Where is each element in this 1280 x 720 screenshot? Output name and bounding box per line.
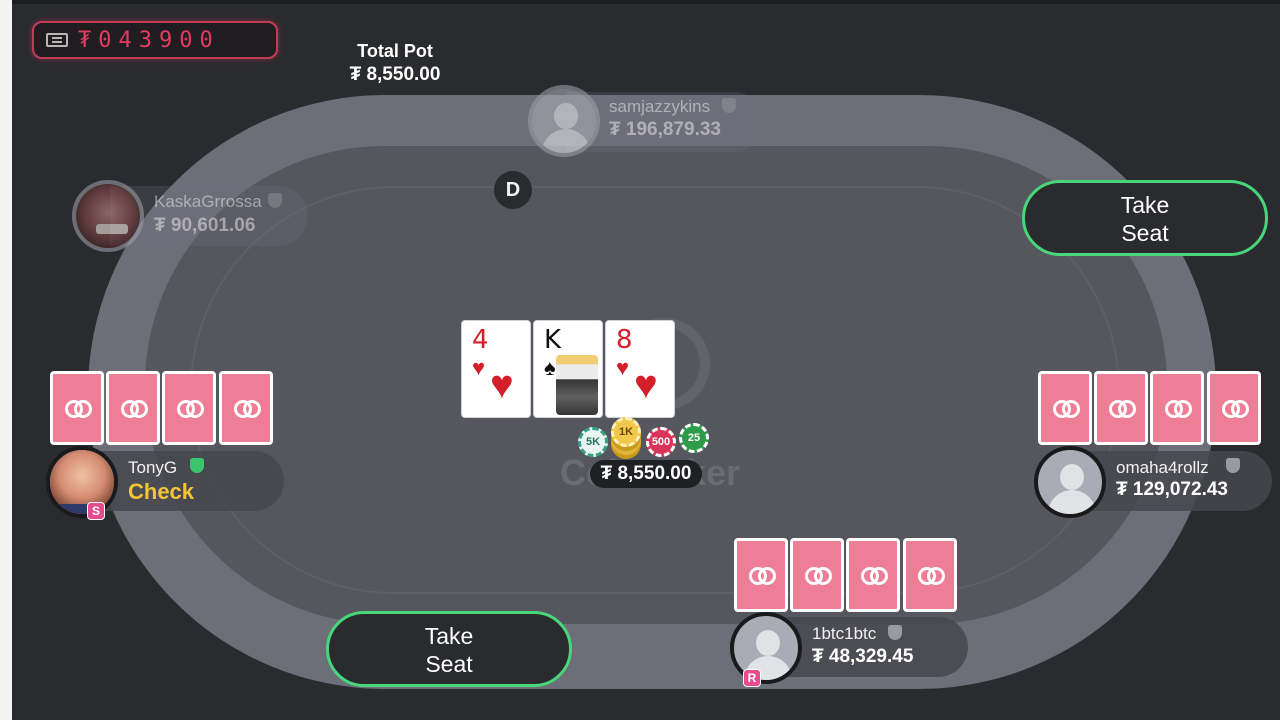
avatar-omaha4rollz[interactable] [1034,446,1106,518]
hole-card [162,371,216,445]
card-suit-large: ♥ [490,363,514,407]
hole-card [1207,371,1261,445]
card-suit-small: ♥ [472,355,486,380]
top-bar [12,0,1280,4]
card-suit-small: ♠ [544,355,556,380]
card-suit-small: ♥ [616,355,630,380]
card-back-logo-icon [805,563,832,587]
chip-25: 25 [679,423,709,453]
take-seat-label-top: Take [1120,192,1170,218]
hole-card [1094,371,1148,445]
total-pot-value: ₮ 8,550.00 [349,64,441,85]
player-stack: ₮ 48,329.45 [812,646,914,667]
take-seat-button[interactable]: Take Seat [1022,180,1268,256]
take-seat-button[interactable]: Take Seat [326,611,572,687]
chip-5k: 5K [578,427,608,457]
hole-card [106,371,160,445]
player-stack: ₮ 90,601.06 [154,215,256,236]
community-card: 8 ♥ ♥ [605,320,675,418]
card-rank: 4 [472,325,489,355]
avatar-1btc1btc[interactable] [730,612,802,684]
total-pot-label: Total Pot [357,41,433,61]
player-name: TonyG [128,458,178,477]
player-stack: ₮ 196,879.33 [609,119,721,140]
community-card: 4 ♥ ♥ [461,320,531,418]
player-name: 1btc1btc [812,624,877,643]
card-back-logo-icon [1165,396,1192,420]
king-card-art [556,355,598,415]
player-stack: ₮ 129,072.43 [1116,479,1228,500]
hole-card [790,538,844,612]
card-back-logo-icon [1053,396,1080,420]
card-back-logo-icon [65,396,92,420]
card-back-logo-icon [1109,396,1136,420]
card-back-logo-icon [749,563,776,587]
chip-500: 500 [646,427,676,457]
hole-card [903,538,957,612]
player-action: Check [128,479,195,504]
card-back-logo-icon [861,563,888,587]
hole-card [50,371,104,445]
card-rank: 8 [616,325,633,355]
card-back-logo-icon [177,396,204,420]
avatar-tonyg[interactable] [46,446,118,518]
counter-value: ₮043900 [78,27,220,53]
card-suit-large: ♥ [634,363,658,407]
player-name: samjazzykins [609,97,711,116]
card-back-logo-icon [918,563,945,587]
shield-icon [888,625,902,640]
hole-card [1150,371,1204,445]
take-seat-label-bottom: Seat [1121,220,1169,246]
total-pot: Total Pot ₮ 8,550.00 [330,40,460,88]
shield-icon [722,98,736,113]
card-back-logo-icon [1222,396,1249,420]
community-card: K ♠ [533,320,603,418]
balance-counter: ₮043900 [32,21,278,59]
avatar-samjazzykins[interactable] [528,85,600,157]
shield-icon [1226,458,1240,473]
counter-icon [46,33,68,47]
player-name: omaha4rollz [1116,458,1209,477]
dealer-button: D [494,171,532,209]
chip-1k: 1K [611,417,641,447]
avatar-kaskagrrossa[interactable] [72,180,144,252]
card-rank: K [544,325,562,355]
hole-card [846,538,900,612]
pot-amount: ₮ 8,550.00 [590,460,702,488]
player-badge: R [743,669,761,687]
player-name: KaskaGrrossa [154,192,262,211]
shield-icon [268,193,282,208]
take-seat-label-top: Take [424,623,474,649]
verified-shield-icon [190,458,204,473]
player-badge: S [87,502,105,520]
hole-card [1038,371,1092,445]
card-back-logo-icon [121,396,148,420]
take-seat-label-bottom: Seat [425,651,473,677]
hole-card [734,538,788,612]
card-back-logo-icon [234,396,261,420]
window-edge [0,0,12,720]
hole-card [219,371,273,445]
